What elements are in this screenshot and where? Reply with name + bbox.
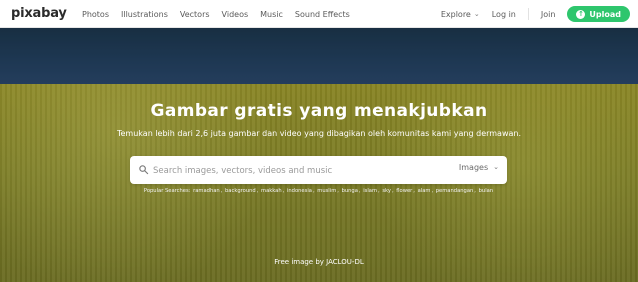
search-type-label: Images — [458, 163, 489, 172]
page: pixabay Photos Illustrations Vectors Vid… — [0, 0, 638, 282]
search-icon — [139, 165, 149, 175]
popular-tag[interactable]: pemandangan — [436, 188, 474, 194]
account-actions: Explore ⌄ Log in Join ↑ Upload — [441, 0, 630, 28]
nav-vectors-label: Vectors — [179, 9, 210, 19]
nav-illustrations-label: Illustrations — [121, 9, 168, 19]
search-input[interactable] — [151, 161, 455, 181]
nav-videos[interactable]: Videos — [222, 10, 249, 19]
hero-overlay — [0, 28, 638, 282]
popular-tag[interactable]: islam — [363, 188, 377, 194]
top-navigation: pixabay Photos Illustrations Vectors Vid… — [0, 0, 638, 28]
upload-icon: ↑ — [576, 9, 586, 19]
popular-searches: Popular Searches: ramadhan, background, … — [143, 188, 494, 194]
chevron-down-icon: ⌄ — [473, 9, 480, 18]
popular-tag[interactable]: ramadhan — [193, 188, 220, 194]
nav-photos-label: Photos — [82, 9, 109, 19]
search-bar: Images ⌄ — [130, 156, 507, 184]
explore-label: Explore — [440, 9, 471, 19]
popular-tag[interactable]: bulan — [479, 188, 494, 194]
popular-tag[interactable]: flower — [396, 188, 412, 194]
upload-button[interactable]: ↑ Upload — [567, 6, 630, 22]
popular-tag[interactable]: indonesia — [287, 188, 312, 194]
hero-subtitle: Temukan lebih dari 2,6 juta gambar dan v… — [116, 129, 522, 138]
login-link[interactable]: Log in — [492, 10, 516, 19]
popular-tag[interactable]: background — [225, 188, 256, 194]
popular-tag[interactable]: sky — [382, 188, 391, 194]
nav-vectors[interactable]: Vectors — [180, 10, 210, 19]
popular-tag[interactable]: makkah — [261, 188, 282, 194]
join-link[interactable]: Join — [541, 10, 556, 19]
hero-banner: Gambar gratis yang menakjubkan Temukan l… — [0, 28, 638, 282]
explore-menu[interactable]: Explore ⌄ — [441, 10, 480, 19]
popular-tag[interactable]: bunga — [342, 188, 358, 194]
upload-label: Upload — [589, 9, 621, 19]
popular-tag[interactable]: alam — [418, 188, 431, 194]
nav-illustrations[interactable]: Illustrations — [121, 10, 168, 19]
nav-sound-effects-label: Sound Effects — [294, 9, 350, 19]
popular-searches-label: Popular Searches: — [143, 188, 191, 194]
chevron-down-icon: ⌄ — [493, 163, 499, 171]
nav-music-label: Music — [260, 9, 283, 19]
join-label: Join — [540, 9, 556, 19]
image-credit[interactable]: Free image by JACLOU-DL — [0, 258, 638, 266]
separator — [527, 8, 529, 20]
search-type-dropdown[interactable]: Images ⌄ — [459, 163, 499, 172]
nav-videos-label: Videos — [221, 9, 249, 19]
nav-music[interactable]: Music — [260, 10, 283, 19]
nav-sound-effects[interactable]: Sound Effects — [295, 10, 350, 19]
main-nav: Photos Illustrations Vectors Videos Musi… — [82, 0, 350, 28]
hero-title: Gambar gratis yang menakjubkan — [150, 101, 488, 121]
popular-tag[interactable]: muslim — [317, 188, 336, 194]
pixabay-logo[interactable]: pixabay — [11, 6, 67, 21]
nav-photos[interactable]: Photos — [82, 10, 109, 19]
login-label: Log in — [491, 9, 516, 19]
